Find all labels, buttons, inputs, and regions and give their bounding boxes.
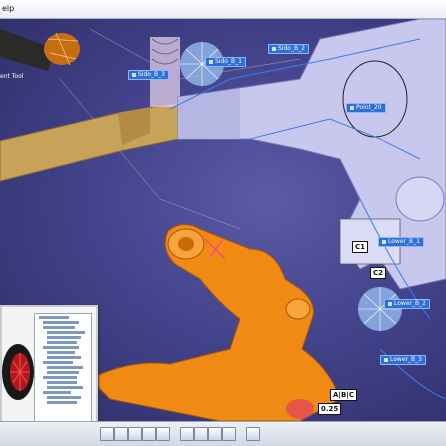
specification-tree[interactable] [34,313,92,421]
datum-label-abc: A|B|C [330,389,358,401]
annotation-sido-b-3[interactable]: Sido_B_3 [128,70,169,80]
inset-window[interactable] [0,305,98,421]
rotate-icon[interactable] [128,427,142,441]
annotation-lower-b-3[interactable]: Lower_B_3 [380,355,426,365]
help-menu[interactable]: elp [2,0,14,18]
ball-joint-lower [358,287,402,331]
frame-beam [0,102,179,182]
tool-label: ent Tool [0,73,24,80]
shaft-end-cap [44,33,80,65]
datum-label-c2: C2 [370,267,387,279]
wheel-thumbnail [2,344,34,400]
annotation-lower-b-1[interactable]: Lower_B_1 [378,237,424,247]
annotation-point-20[interactable]: Point_20 [346,103,386,113]
3d-viewport[interactable]: ent Tool Sido_B_1 Sido_B_2 Sido_B_3 Poin… [0,19,446,421]
render-style-icon[interactable] [246,427,260,441]
view-toolbar [0,421,446,446]
hide-show-icon[interactable] [208,427,222,441]
zoom-icon[interactable] [142,427,156,441]
catia-window: elp ent Tool Sido_B_1 Sido_B_2 Sido_B_3 … [0,0,446,446]
fit-all-icon[interactable] [156,427,170,441]
dimension-label: 0.25 [318,403,342,415]
annotation-sido-b-1[interactable]: Sido_B_1 [205,57,246,67]
pan-icon[interactable] [114,427,128,441]
annotation-lower-b-2[interactable]: Lower_B_2 [384,299,430,309]
normal-view-icon[interactable] [180,427,194,441]
iso-view-icon[interactable] [194,427,208,441]
menu-bar: elp [0,0,446,19]
annotation-sido-b-2[interactable]: Sido_B_2 [268,44,309,54]
select-icon[interactable] [100,427,114,441]
swap-icon[interactable] [222,427,236,441]
datum-label-c1: C1 [352,241,369,253]
lower-control-arm [89,224,341,421]
